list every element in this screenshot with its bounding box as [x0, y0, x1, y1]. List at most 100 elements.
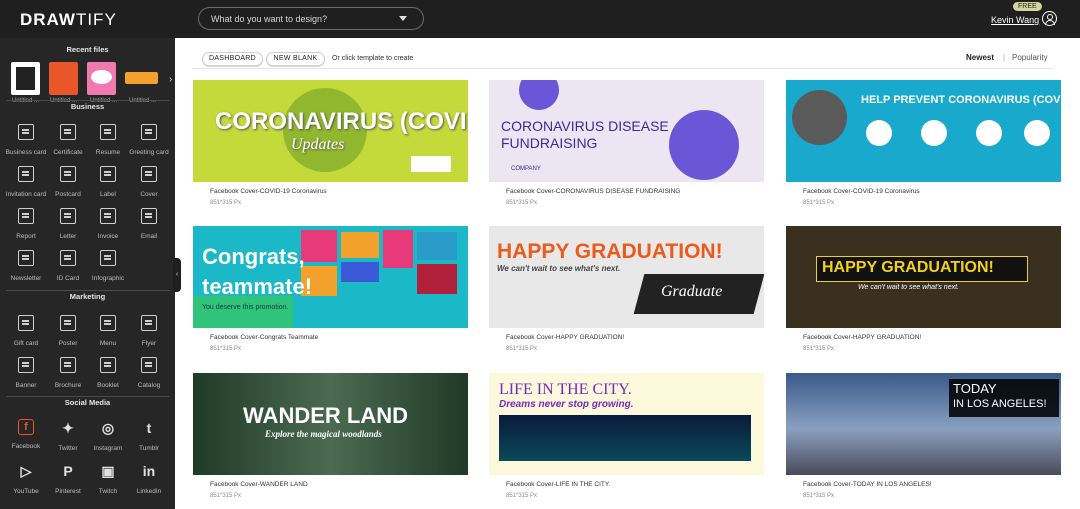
template-thumbnail[interactable]: TODAY IN LOS ANGELES! — [786, 373, 1061, 475]
template-card[interactable]: CORONAVIRUS (COVID-19) Updates Facebook … — [193, 80, 468, 206]
template-card[interactable]: CORONAVIRUS DISEASE FUNDRAISING COMPANY … — [489, 80, 764, 206]
id-card-icon — [60, 250, 76, 266]
sidebar-collapse-handle[interactable]: ‹ — [173, 258, 181, 292]
prevention-icon — [866, 120, 892, 146]
sort-newest[interactable]: Newest — [966, 53, 994, 62]
category-invitation-card[interactable]: Invitation card — [5, 166, 47, 198]
invitation-card-icon — [18, 166, 34, 182]
greeting-card-icon — [141, 124, 157, 140]
category-report[interactable]: Report — [5, 208, 47, 240]
category-flyer[interactable]: Flyer — [128, 315, 170, 347]
template-card[interactable]: Congrats, teammate! You deserve this pro… — [193, 226, 468, 352]
category-twitch[interactable]: ▣ Twitch — [87, 462, 129, 495]
color-block — [193, 296, 293, 328]
new-blank-button[interactable]: NEW BLANK — [266, 52, 325, 66]
template-card[interactable]: HELP PREVENT CORONAVIRUS (COVID-19) Face… — [786, 80, 1061, 206]
category-banner[interactable]: Banner — [5, 357, 47, 389]
template-size: 851*315 Px — [803, 200, 835, 206]
dashboard-button[interactable]: DASHBOARD — [202, 52, 263, 66]
category-twitter[interactable]: ✦ Twitter — [47, 419, 89, 452]
banner-tagline: You deserve this promotion. — [202, 304, 289, 311]
recent-file-thumb[interactable] — [49, 62, 78, 95]
template-thumbnail[interactable]: CORONAVIRUS (COVID-19) Updates — [193, 80, 468, 182]
banner-icon — [18, 357, 34, 373]
template-size: 851*315 Px — [506, 346, 538, 352]
top-bar: DRAWTIFY What do you want to design? FRE… — [0, 0, 1080, 38]
template-card[interactable]: TODAY IN LOS ANGELES! Facebook Cover-TOD… — [786, 373, 1061, 499]
divider — [6, 100, 170, 101]
category-certificate[interactable]: Certificate — [47, 124, 89, 156]
username-link[interactable]: Kevin Wang — [991, 15, 1039, 25]
template-thumbnail[interactable]: HELP PREVENT CORONAVIRUS (COVID-19) — [786, 80, 1061, 182]
category-linkedin[interactable]: in LinkedIn — [128, 462, 170, 495]
category-tumblr[interactable]: t Tumblr — [128, 419, 170, 452]
category-instagram[interactable]: ◎ Instagram — [87, 419, 129, 452]
user-account-icon[interactable] — [1042, 11, 1057, 26]
template-thumbnail[interactable]: LIFE IN THE CITY. Dreams never stop grow… — [489, 373, 764, 475]
category-letter[interactable]: Letter — [47, 208, 89, 240]
catalog-icon — [141, 357, 157, 373]
category-poster[interactable]: Poster — [47, 315, 89, 347]
template-title: Facebook Cover-CORONAVIRUS DISEASE FUNDR… — [506, 188, 681, 195]
banner-headline: HELP PREVENT CORONAVIRUS (COVID-19) — [861, 94, 1061, 106]
category-label[interactable]: Label — [87, 166, 129, 198]
template-title: Facebook Cover-TODAY IN LOS ANGELES! — [803, 481, 932, 488]
category-gift-card[interactable]: Gift card — [5, 315, 47, 347]
category-postcard[interactable]: Postcard — [47, 166, 89, 198]
category-resume[interactable]: Resume — [87, 124, 129, 156]
sort-popularity[interactable]: Popularity — [1012, 53, 1048, 62]
category-menu[interactable]: Menu — [87, 315, 129, 347]
chevron-right-icon[interactable]: › — [169, 74, 172, 85]
city-photo — [499, 415, 751, 461]
recent-file-thumb[interactable] — [87, 62, 116, 95]
design-search-dropdown[interactable]: What do you want to design? — [198, 7, 424, 30]
template-card[interactable]: HAPPY GRADUATION! We can't wait to see w… — [489, 226, 764, 352]
category-catalog[interactable]: Catalog — [128, 357, 170, 389]
linkedin-icon: in — [142, 463, 156, 479]
certificate-icon — [60, 124, 76, 140]
recent-file-thumb[interactable] — [125, 72, 158, 84]
category-email[interactable]: Email — [128, 208, 170, 240]
template-title: Facebook Cover-COVID-19 Coronavirus — [210, 188, 327, 195]
template-thumbnail[interactable]: CORONAVIRUS DISEASE FUNDRAISING COMPANY — [489, 80, 764, 182]
category-invoice[interactable]: Invoice — [87, 208, 129, 240]
app-logo[interactable]: DRAWTIFY — [20, 10, 117, 30]
template-card[interactable]: WANDER LAND Explore the magical woodland… — [193, 373, 468, 499]
recent-file-thumb[interactable] — [11, 62, 40, 95]
category-id-card[interactable]: ID Card — [47, 250, 89, 282]
banner-subtitle: Dreams never stop growing. — [499, 399, 634, 410]
template-thumbnail[interactable]: HAPPY GRADUATION! We can't wait to see w… — [489, 226, 764, 328]
template-thumbnail[interactable]: WANDER LAND Explore the magical woodland… — [193, 373, 468, 475]
template-title: Facebook Cover-HAPPY GRADUATION! — [506, 334, 625, 341]
template-title: Facebook Cover-LIFE IN THE CITY. — [506, 481, 611, 488]
category-newsletter[interactable]: Newsletter — [5, 250, 47, 282]
category-pinterest[interactable]: P Pinterest — [47, 462, 89, 495]
template-thumbnail[interactable]: Congrats, teammate! You deserve this pro… — [193, 226, 468, 328]
category-business-card[interactable]: Business card — [5, 124, 47, 156]
template-size: 851*315 Px — [803, 493, 835, 499]
template-card[interactable]: LIFE IN THE CITY. Dreams never stop grow… — [489, 373, 764, 499]
category-youtube[interactable]: ▷ YouTube — [5, 462, 47, 495]
banner-subtitle: We can't wait to see what's next. — [858, 284, 959, 291]
category-cover[interactable]: Cover — [128, 166, 170, 198]
category-booklet[interactable]: Booklet — [87, 357, 129, 389]
category-infographic[interactable]: Infographic — [87, 250, 129, 282]
category-greeting-card[interactable]: Greeting card — [128, 124, 170, 156]
template-card[interactable]: HAPPY GRADUATION! We can't wait to see w… — [786, 226, 1061, 352]
divider — [6, 396, 170, 397]
search-placeholder: What do you want to design? — [211, 14, 328, 24]
template-size: 851*315 Px — [210, 493, 242, 499]
template-title: Facebook Cover-WANDER LAND — [210, 481, 308, 488]
letter-icon — [60, 208, 76, 224]
booklet-icon — [100, 357, 116, 373]
tumblr-icon: t — [146, 420, 152, 436]
prevention-icon — [921, 120, 947, 146]
menu-icon — [100, 315, 116, 331]
template-thumbnail[interactable]: HAPPY GRADUATION! We can't wait to see w… — [786, 226, 1061, 328]
pinterest-icon: P — [63, 463, 73, 479]
banner-subtitle: Explore the magical woodlands — [265, 429, 382, 439]
category-brochure[interactable]: Brochure — [47, 357, 89, 389]
banner-subtitle: teammate! — [202, 274, 313, 299]
twitch-icon: ▣ — [101, 463, 115, 479]
category-facebook[interactable]: f Facebook — [5, 419, 47, 450]
